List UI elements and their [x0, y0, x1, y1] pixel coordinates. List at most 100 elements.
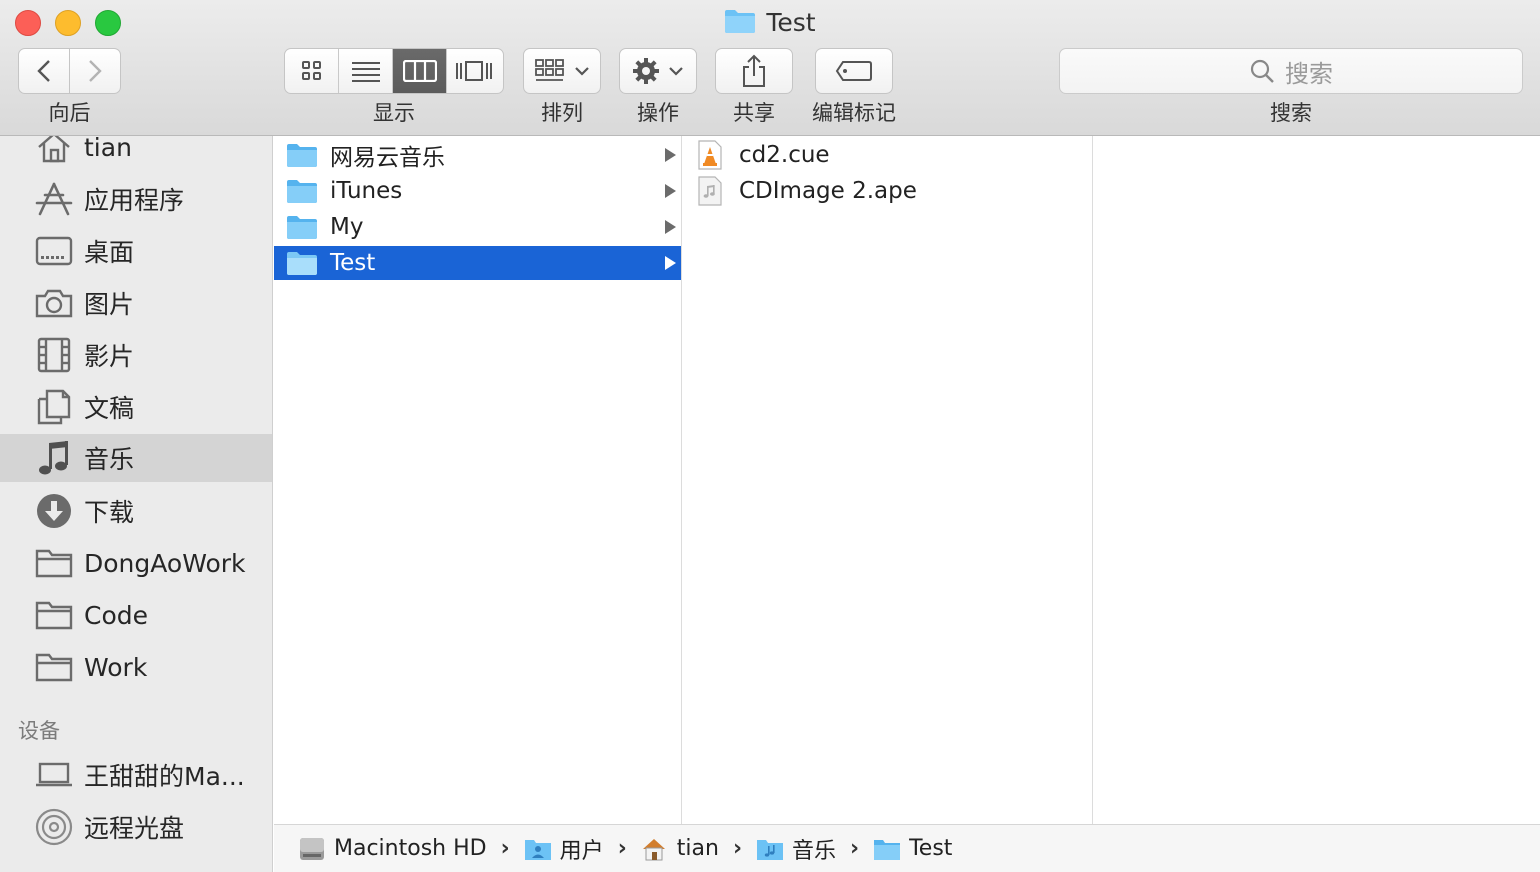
sidebar-item-label: 应用程序 — [84, 186, 185, 215]
disclosure-arrow-icon — [665, 256, 676, 270]
sidebar-item-label: 图片 — [84, 290, 135, 319]
path-item-label: 音乐 — [792, 838, 837, 864]
sidebar-item-applications[interactable]: 应用程序 — [0, 175, 272, 223]
chevron-right-icon — [89, 60, 102, 82]
icon-view-button[interactable] — [285, 49, 339, 93]
file-name: cd2.cue — [739, 142, 830, 168]
column-row-file[interactable]: CDImage 2.ape — [683, 174, 1092, 208]
sidebar-item-home[interactable]: tian — [0, 136, 272, 171]
share-icon — [743, 54, 765, 87]
view-label: 显示 — [373, 101, 415, 125]
audio-file-icon — [697, 176, 729, 206]
list-view-button[interactable] — [339, 49, 393, 93]
path-item-home[interactable]: tian — [641, 836, 719, 862]
desktop-icon — [35, 232, 73, 270]
edit-tags-button[interactable] — [815, 48, 893, 94]
hard-drive-icon — [298, 836, 326, 862]
column-row-folder[interactable]: iTunes — [274, 174, 681, 208]
path-item-users[interactable]: 用户 — [524, 833, 604, 865]
path-item-label: 用户 — [559, 838, 604, 864]
vlc-file-icon — [697, 140, 729, 170]
home-icon — [35, 136, 73, 166]
share-label: 共享 — [733, 101, 775, 125]
music-folder-icon — [756, 836, 784, 862]
path-separator-icon: › — [850, 836, 860, 861]
sidebar-section-devices: 设备 — [18, 719, 60, 743]
search-icon — [1250, 59, 1274, 83]
arrange-button[interactable] — [523, 48, 601, 94]
path-item-label: Test — [909, 836, 953, 861]
sidebar-item-movies[interactable]: 影片 — [0, 331, 272, 379]
list-icon — [351, 62, 380, 82]
chevron-down-icon — [575, 67, 589, 76]
folder-name: Test — [330, 250, 376, 276]
sidebar-item-label: 远程光盘 — [84, 814, 185, 843]
path-separator-icon: › — [500, 836, 510, 861]
path-item-macintosh-hd[interactable]: Macintosh HD — [298, 836, 487, 862]
home-icon — [641, 836, 669, 862]
sidebar-item-label: 下载 — [84, 498, 135, 527]
folder-icon — [35, 544, 73, 582]
action-button[interactable] — [619, 48, 697, 94]
path-item-label: Macintosh HD — [334, 836, 487, 861]
sidebar-item-label: Code — [84, 600, 149, 630]
search-placeholder: 搜索 — [1285, 59, 1333, 88]
gear-icon — [633, 58, 659, 84]
folder-icon — [35, 596, 73, 634]
gallery-view-button[interactable] — [447, 49, 501, 93]
sidebar-item-dongaowork[interactable]: DongAoWork — [0, 539, 272, 587]
share-button[interactable] — [715, 48, 793, 94]
search-label: 搜索 — [1270, 101, 1312, 125]
folder-name: 网易云音乐 — [330, 145, 445, 171]
column-row-folder-selected[interactable]: Test — [274, 246, 681, 280]
sidebar-item-label: Work — [84, 652, 148, 682]
disclosure-arrow-icon — [665, 184, 676, 198]
sidebar-item-code[interactable]: Code — [0, 591, 272, 639]
search-input[interactable]: 搜索 — [1059, 48, 1523, 94]
sidebar-item-macbook[interactable]: 王甜甜的Ma... — [0, 751, 272, 799]
tags-label: 编辑标记 — [812, 101, 896, 125]
action-label: 操作 — [637, 101, 679, 125]
nav-label: 向后 — [48, 101, 91, 125]
folder-name: My — [330, 214, 364, 240]
folder-icon — [286, 140, 318, 170]
sidebar-item-desktop[interactable]: 桌面 — [0, 227, 272, 275]
folder-icon — [724, 8, 756, 40]
forward-button[interactable] — [70, 48, 121, 94]
sidebar: tian 应用程序 桌面 图片 影片 文稿 音乐 下载 DongAoWork C… — [0, 136, 273, 872]
applications-icon — [35, 180, 73, 218]
path-item-music[interactable]: 音乐 — [756, 833, 836, 865]
column-row-file[interactable]: cd2.cue — [683, 138, 1092, 172]
column-view-button[interactable] — [393, 49, 447, 93]
sidebar-item-label: 音乐 — [84, 445, 135, 474]
browser-column-2: cd2.cue CDImage 2.ape — [683, 136, 1093, 824]
browser-column-1: 网易云音乐 iTunes My Test — [274, 136, 682, 824]
sidebar-item-documents[interactable]: 文稿 — [0, 383, 272, 431]
column-row-folder[interactable]: My — [274, 210, 681, 244]
column-row-folder[interactable]: 网易云音乐 — [274, 138, 681, 172]
browser-column-3 — [1094, 136, 1540, 824]
sidebar-item-pictures[interactable]: 图片 — [0, 279, 272, 327]
folder-name: iTunes — [330, 178, 403, 204]
sidebar-item-remote-disc[interactable]: 远程光盘 — [0, 803, 272, 851]
view-mode-control[interactable] — [284, 48, 504, 94]
folder-icon — [286, 248, 318, 278]
back-button[interactable] — [18, 48, 70, 94]
path-separator-icon: › — [732, 836, 743, 861]
grid-icon — [301, 61, 321, 80]
sidebar-item-label: 文稿 — [84, 394, 135, 423]
finder-window: Test 向后 显示 排列 操作 共享 编辑标记 搜索 搜索 tian 应用程序… — [0, 0, 1540, 872]
sidebar-item-work[interactable]: Work — [0, 643, 272, 691]
arrange-grid-icon — [535, 59, 564, 81]
file-name: CDImage 2.ape — [739, 178, 917, 204]
disclosure-arrow-icon — [665, 148, 676, 162]
sidebar-item-label: DongAoWork — [84, 548, 246, 578]
disc-icon — [35, 808, 73, 846]
sidebar-item-music[interactable]: 音乐 — [0, 434, 272, 482]
path-item-label: tian — [676, 836, 719, 861]
arrange-label: 排列 — [541, 101, 583, 125]
folder-icon — [35, 648, 73, 686]
sidebar-item-downloads[interactable]: 下载 — [0, 487, 272, 535]
columns-icon — [402, 60, 437, 82]
path-item-test[interactable]: Test — [873, 836, 952, 862]
